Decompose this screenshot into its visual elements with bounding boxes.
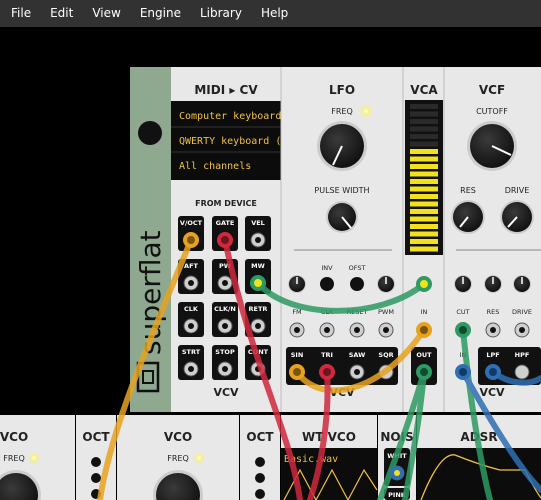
vcf-module[interactable]: VCF CUTOFF RES DRIVE CUT RES DRIVE IN LP… [443, 67, 541, 412]
midi-title: MIDI ▸ CV [194, 83, 258, 97]
vcf-title: VCF [479, 83, 505, 97]
vca-meter-segment [410, 209, 438, 214]
vca-module[interactable]: VCA IN OUT [402, 67, 444, 412]
vco2-title: VCO [164, 430, 192, 444]
vca-meter-segment [410, 194, 438, 199]
menu-view[interactable]: View [81, 0, 128, 27]
vca-title: VCA [410, 83, 438, 97]
port-label-retr: RETR [249, 305, 268, 313]
vca-meter-segment [410, 119, 438, 124]
vca-meter-segment [410, 164, 438, 169]
vca-meter-segment [410, 126, 438, 132]
vca-meter-segment [410, 141, 438, 147]
port-label-strt: STRT [182, 348, 201, 356]
vca-meter-segment [410, 186, 438, 192]
vca-meter-segment [410, 216, 438, 222]
vca-meter-segment [410, 231, 438, 237]
vcf-vcv-logo: VCV [479, 386, 505, 399]
port-label-vel: VEL [251, 219, 265, 227]
vcf-cut-label: CUT [456, 308, 469, 316]
vco1-freq-label: FREQ [3, 454, 25, 463]
port-label-voct: V/OCT [180, 219, 203, 227]
vcf-hpf-label: HPF [515, 351, 530, 359]
lfo-sin-label: SIN [291, 351, 304, 359]
port-label-aft: AFT [184, 262, 198, 270]
menu-file[interactable]: File [0, 0, 39, 27]
lfo-pw-label: PULSE WIDTH [314, 186, 369, 195]
port-label-gate: GATE [216, 219, 235, 227]
from-device-label: FROM DEVICE [195, 199, 257, 208]
lfo-pwm-label: PWM [378, 308, 394, 316]
oct1-title: OCT [82, 430, 110, 444]
panel-screw [138, 121, 162, 145]
vca-meter-segment [410, 179, 438, 184]
vco2-freq-label: FREQ [167, 454, 189, 463]
menu-bar: File Edit View Engine Library Help [0, 0, 541, 27]
vco1-title: VCO [0, 430, 28, 444]
lfo-saw-label: SAW [349, 351, 366, 359]
port-label-mw: MW [251, 262, 265, 270]
lfo-led [359, 104, 373, 118]
lfo-freq-label: FREQ [331, 107, 353, 116]
menu-help[interactable]: Help [250, 0, 296, 27]
vca-meter-segment [410, 104, 438, 109]
vca-meter-segment [410, 149, 438, 154]
menu-edit[interactable]: Edit [39, 0, 81, 27]
port-label-clkn: CLK/N [214, 305, 236, 313]
vcf-res-label: RES [460, 186, 476, 195]
vca-meter-segment [410, 171, 438, 177]
blank-panel: superflat [130, 67, 171, 412]
midi-device-select[interactable]: QWERTY keyboard (U [179, 136, 287, 147]
oct2-title: OCT [246, 430, 274, 444]
midi-driver-select[interactable]: Computer keyboard/m [179, 111, 293, 122]
lfo-tri-label: TRI [321, 351, 333, 359]
wtvco-title: WT VCO [302, 430, 356, 444]
vcf-res2-label: RES [487, 308, 500, 316]
vca-meter-segment [410, 239, 438, 244]
vcf-drive2-label: DRIVE [512, 308, 532, 316]
menu-library[interactable]: Library [189, 0, 250, 27]
lfo-sqr-label: SQR [378, 351, 393, 359]
lfo-title: LFO [329, 83, 355, 97]
vca-meter-segment [410, 134, 438, 139]
vca-meter-segment [410, 111, 438, 117]
vcf-lpf-label: LPF [486, 351, 499, 359]
bottom-row: VCO OCT VCO OCT WT VCO NOIS ADSR FREQ FR… [0, 414, 541, 500]
midi-vcv-logo: VCV [213, 386, 239, 399]
vca-out-label: OUT [416, 351, 432, 359]
lfo-module[interactable]: LFO FREQ PULSE WIDTH INV OFST FM CLK RES… [280, 67, 403, 412]
vcf-drive-label: DRIVE [505, 186, 530, 195]
vca-meter-segment [410, 156, 438, 162]
port-label-stop: STOP [215, 348, 235, 356]
vca-meter-segment [410, 224, 438, 229]
module-rack[interactable]: superflat MIDI ▸ CV Computer keyboard/m … [0, 27, 541, 500]
lfo-inv-label: INV [321, 264, 333, 272]
vca-meter-segment [410, 201, 438, 207]
lfo-ofst-button[interactable] [350, 277, 364, 291]
lfo-inv-button[interactable] [320, 277, 334, 291]
nois-title: NOIS [380, 430, 413, 444]
vcf-cutoff-label: CUTOFF [476, 107, 508, 116]
vca-meter-segment [410, 246, 438, 252]
midi-channel-select[interactable]: All channels [179, 161, 251, 172]
menu-engine[interactable]: Engine [129, 0, 189, 27]
port-label-clk: CLK [184, 305, 199, 313]
lfo-ofst-label: OFST [349, 264, 366, 272]
vca-in-label: IN [421, 308, 428, 316]
